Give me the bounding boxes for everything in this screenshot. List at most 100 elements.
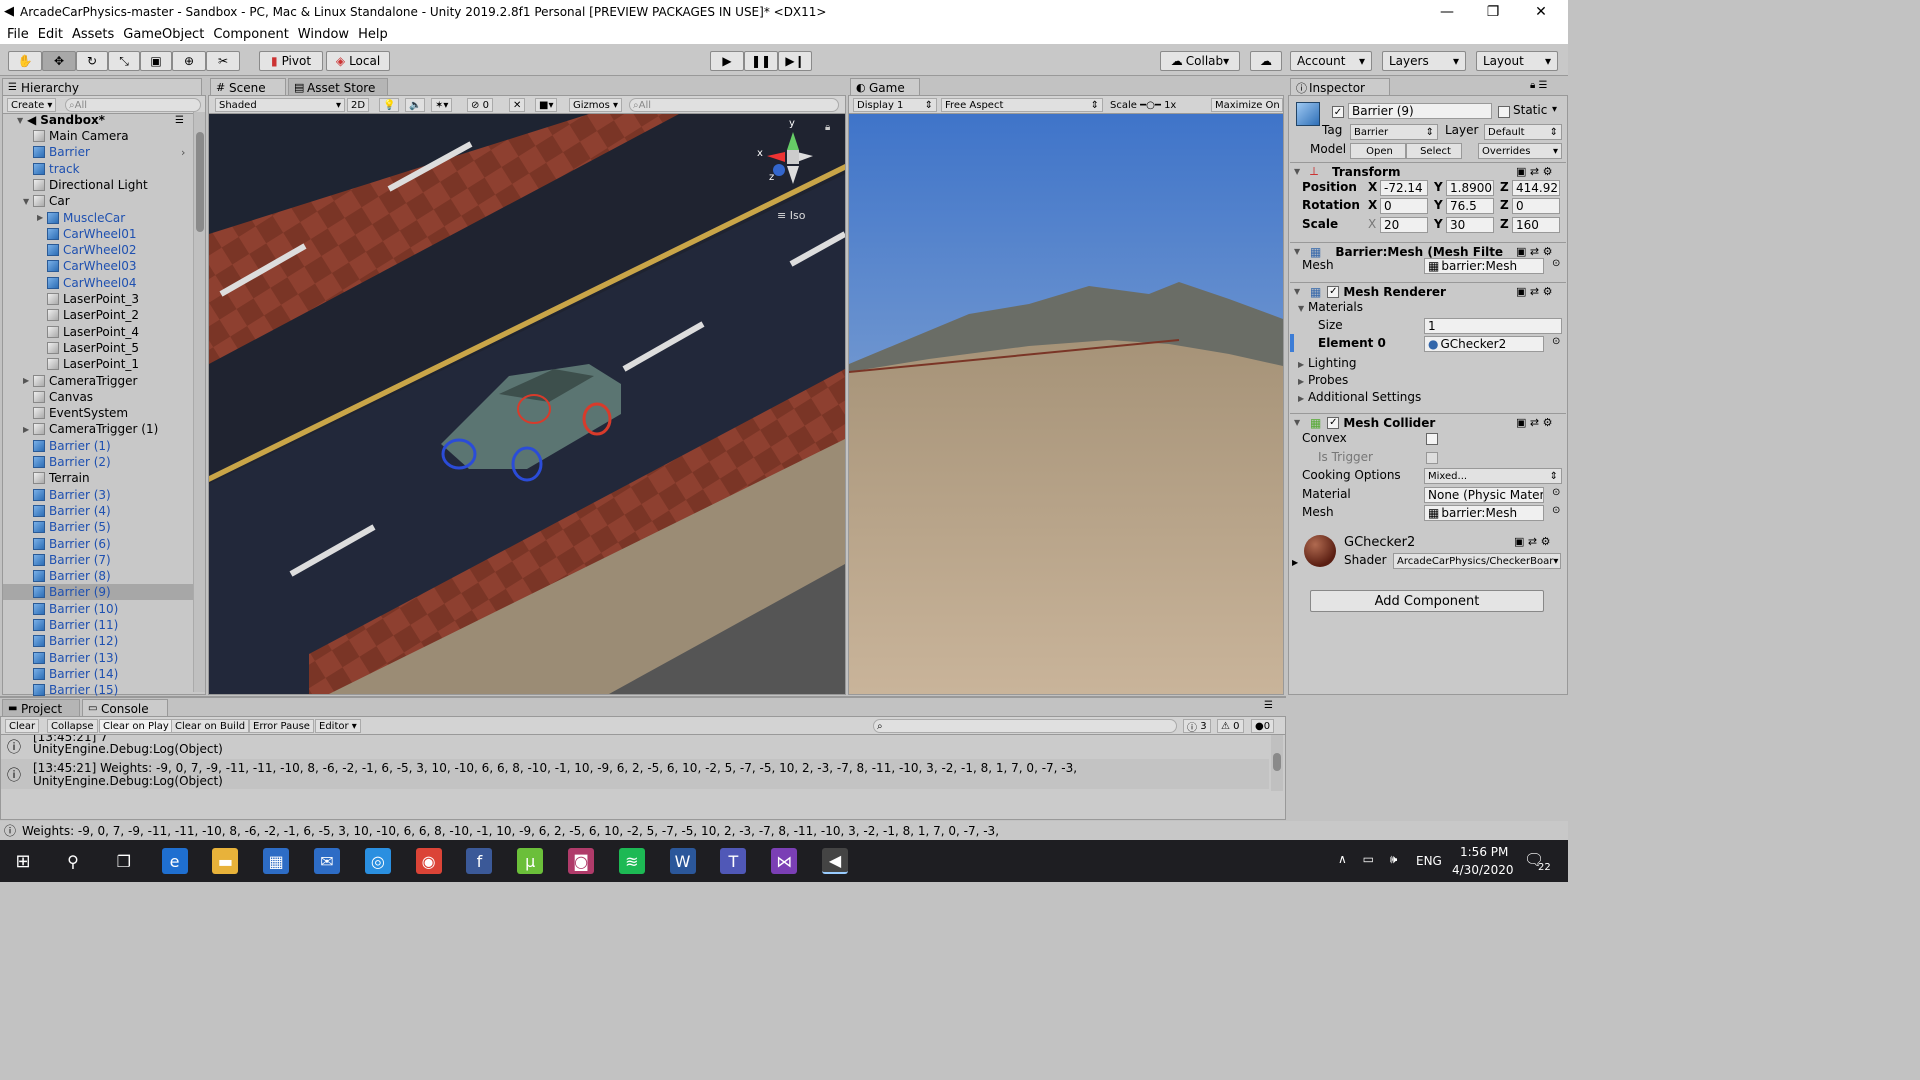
menu-edit[interactable]: Edit — [38, 27, 63, 42]
minimize-button[interactable]: — — [1424, 0, 1470, 24]
tab-inspector[interactable]: ⓘ Inspector — [1290, 78, 1390, 96]
close-button[interactable]: ✕ — [1518, 0, 1564, 24]
component-icons[interactable]: ▣ ⇄ ⚙ — [1516, 245, 1552, 258]
hierarchy-item[interactable]: CarWheel02 — [3, 242, 193, 258]
clear-button[interactable]: Clear — [5, 719, 40, 733]
game-viewport[interactable] — [849, 114, 1283, 694]
layout-button[interactable]: Layout ▾ — [1476, 51, 1558, 71]
mesh-collider-enabled-checkbox[interactable]: ✓ — [1327, 416, 1340, 429]
tray-icons[interactable]: ∧ ▭ 🕪︎ — [1338, 852, 1403, 867]
status-bar[interactable]: ⓘ Weights: -9, 0, 7, -9, -11, -11, -10, … — [0, 821, 1568, 840]
word-icon[interactable]: W — [669, 848, 696, 874]
material-foldout-icon[interactable]: ▶ — [1292, 558, 1298, 567]
hierarchy-item[interactable]: Barrier (4) — [3, 503, 193, 519]
pause-button[interactable]: ❚❚ — [744, 51, 778, 71]
layer-dropdown[interactable]: Default ⇕ — [1484, 124, 1562, 140]
hierarchy-item[interactable]: Barrier › — [3, 144, 193, 160]
transform-scale-z-field[interactable]: 160 — [1512, 217, 1560, 233]
hierarchy-item[interactable]: EventSystem — [3, 405, 193, 421]
shading-dropdown[interactable]: Shaded ▾ — [215, 98, 345, 112]
transform-position-y-field[interactable]: 1.8900 — [1446, 180, 1494, 196]
rect-tool-button[interactable]: ▣ — [140, 51, 172, 71]
menu-file[interactable]: File — [7, 27, 29, 42]
cooking-options-dropdown[interactable]: Mixed... ⇕ — [1424, 468, 1562, 484]
hierarchy-item[interactable]: Directional Light — [3, 177, 193, 193]
tab-game[interactable]: ◐ Game — [850, 78, 920, 96]
static-dropdown-arrow[interactable]: ▾ — [1552, 104, 1557, 115]
prefab-open-arrow-icon[interactable]: › — [181, 146, 185, 159]
probes-foldout[interactable]: ▶ Probes — [1298, 373, 1348, 387]
lighting-foldout[interactable]: ▶ Lighting — [1298, 356, 1357, 370]
object-picker-icon[interactable]: ⊙ — [1552, 336, 1560, 347]
transform-header[interactable]: ▼ ⟂ Transform ▣ ⇄ ⚙ — [1290, 162, 1566, 180]
hierarchy-item[interactable]: ▶ MuscleCar — [3, 210, 193, 226]
task-view-icon[interactable]: ❐ — [110, 848, 137, 874]
create-dropdown[interactable]: Create ▾ — [7, 98, 57, 112]
transform-scale-y-field[interactable]: 30 — [1446, 217, 1494, 233]
transform-tool-button[interactable]: ⊕ — [172, 51, 206, 71]
foldout-arrow-icon[interactable]: ▼ — [1294, 167, 1304, 176]
foldout-arrow-icon[interactable]: ▼ — [1294, 418, 1304, 427]
tools-toggle[interactable]: ✕ — [509, 98, 526, 112]
expand-arrow-icon[interactable]: ▼ — [23, 197, 33, 206]
tab-hierarchy[interactable]: ☰ Hierarchy — [2, 78, 202, 96]
hierarchy-item[interactable]: LaserPoint_4 — [3, 324, 193, 340]
hierarchy-item[interactable]: Barrier (14) — [3, 666, 193, 682]
gameobject-name-field[interactable]: Barrier (9) — [1348, 103, 1492, 119]
move-tool-button[interactable]: ✥ — [42, 51, 76, 71]
spotify-icon[interactable]: ≋ — [618, 848, 645, 874]
hierarchy-item[interactable]: CarWheel01 — [3, 226, 193, 242]
camera-dropdown[interactable]: ■ ▾ — [535, 98, 558, 112]
camera-app-icon[interactable]: ◙ — [568, 848, 594, 874]
menu-assets[interactable]: Assets — [72, 27, 114, 42]
account-button[interactable]: Account ▾ — [1290, 51, 1372, 71]
log-entry[interactable]: ⓘ [13:45:21] 7 UnityEngine.Debug:Log(Obj… — [1, 735, 1269, 757]
mesh-collider-header[interactable]: ▼ ▦ ✓ Mesh Collider ▣ ⇄ ⚙ — [1290, 413, 1566, 431]
element-0-field[interactable]: ● GChecker2 — [1424, 336, 1544, 352]
lock-icon[interactable]: 🔒︎ — [825, 122, 830, 133]
console-search-input[interactable]: ⌕ — [873, 719, 1177, 733]
lighting-toggle[interactable]: 💡 — [379, 98, 400, 112]
gizmos-dropdown[interactable]: Gizmos ▾ — [569, 98, 623, 112]
hierarchy-item[interactable]: Barrier (13) — [3, 650, 193, 666]
scene-menu-icon[interactable]: ☰ — [175, 115, 184, 126]
display-dropdown[interactable]: Display 1 ⇕ — [853, 98, 937, 112]
utorrent-icon[interactable]: µ — [517, 848, 544, 874]
scale-slider[interactable]: Scale ━○━ 1x — [1107, 98, 1203, 112]
hierarchy-item[interactable]: CarWheel03 — [3, 258, 193, 274]
additional-settings-foldout[interactable]: ▶ Additional Settings — [1298, 390, 1421, 404]
panel-menu-icon[interactable]: ☰ — [1264, 700, 1273, 711]
step-button[interactable]: ▶❙ — [778, 51, 812, 71]
hierarchy-item[interactable]: Barrier (7) — [3, 552, 193, 568]
clock-time[interactable]: 1:56 PM — [1460, 845, 1508, 859]
scrollbar-thumb[interactable] — [196, 132, 204, 232]
active-checkbox[interactable]: ✓ — [1332, 106, 1344, 118]
layers-button[interactable]: Layers ▾ — [1382, 51, 1466, 71]
component-icons[interactable]: ▣ ⇄ ⚙ — [1516, 285, 1552, 298]
scene-viewport[interactable]: y x z 🔒︎ ≡ Iso — [209, 114, 845, 694]
maximize-on-play-toggle[interactable]: Maximize On — [1211, 98, 1283, 112]
hierarchy-item[interactable]: Main Camera — [3, 128, 193, 144]
hierarchy-item[interactable]: ▼ Car — [3, 193, 193, 209]
transform-scale-x-field[interactable]: 20 — [1380, 217, 1428, 233]
transform-rotation-x-field[interactable]: 0 — [1380, 198, 1428, 214]
visual-studio-icon[interactable]: ⋈ — [771, 848, 798, 874]
restore-button[interactable]: ❐ — [1470, 0, 1516, 24]
collab-button[interactable]: ☁ Collab ▾ — [1160, 51, 1240, 71]
audio-toggle[interactable]: 🔈 — [405, 98, 426, 112]
iso-label[interactable]: ≡ Iso — [777, 209, 805, 222]
effects-dropdown[interactable]: ✶ ▾ — [431, 98, 453, 112]
hierarchy-item[interactable]: Barrier (9) — [3, 584, 193, 601]
hierarchy-item[interactable]: Barrier (12) — [3, 633, 193, 649]
log-entry[interactable]: ⓘ [13:45:21] Weights: -9, 0, 7, -9, -11,… — [1, 759, 1269, 789]
collider-material-field[interactable]: None (Physic Materia — [1424, 487, 1544, 503]
2d-toggle[interactable]: 2D — [347, 98, 369, 112]
scale-tool-button[interactable]: ⤡ — [108, 51, 140, 71]
hierarchy-item[interactable]: Barrier (2) — [3, 454, 193, 470]
transform-rotation-z-field[interactable]: 0 — [1512, 198, 1560, 214]
hierarchy-search-input[interactable]: ⌕ All — [65, 98, 201, 112]
store-icon[interactable]: ▦ — [263, 848, 290, 874]
component-icons[interactable]: ▣ ⇄ ⚙ — [1516, 416, 1552, 429]
tab-project[interactable]: ▬ Project — [2, 699, 80, 717]
safari-icon[interactable]: ◎ — [364, 848, 391, 874]
